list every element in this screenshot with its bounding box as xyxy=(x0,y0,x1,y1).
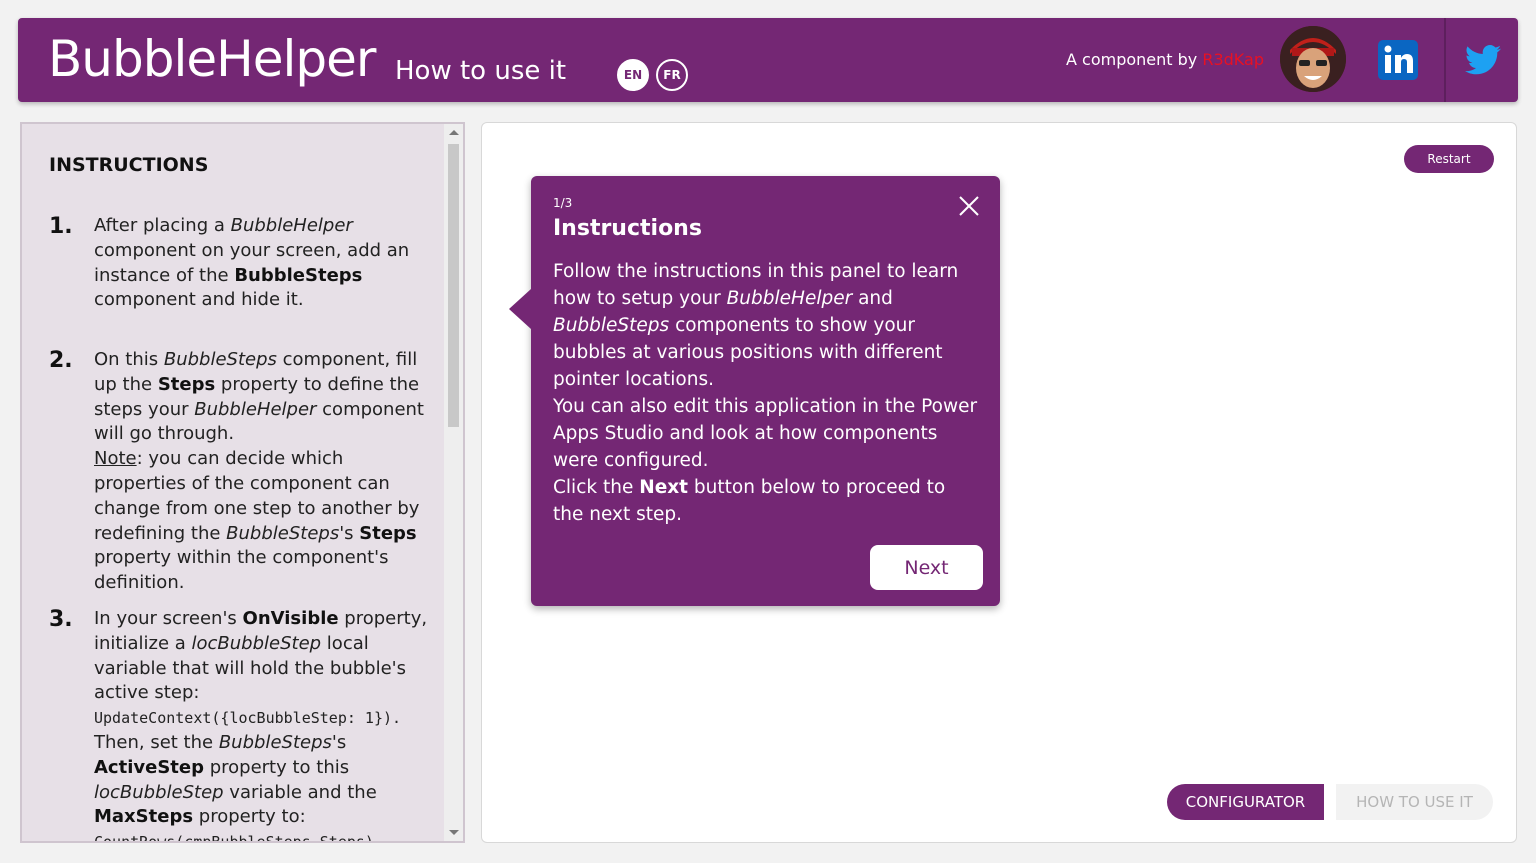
bubble-body: Follow the instructions in this panel to… xyxy=(553,261,978,525)
twitter-icon xyxy=(1465,45,1501,75)
author-avatar xyxy=(1280,26,1346,92)
code-snippet: UpdateContext({locBubbleStep: 1}). xyxy=(94,709,402,728)
scrollbar-thumb[interactable] xyxy=(448,144,459,427)
scroll-down-icon[interactable] xyxy=(449,830,459,835)
bubble-helper: 1/3 Instructions Follow the instructions… xyxy=(509,176,1000,606)
step-text: After placing a BubbleHelper component o… xyxy=(94,215,410,311)
instructions-scrollbar[interactable] xyxy=(444,124,463,841)
restart-button[interactable]: Restart xyxy=(1404,145,1494,173)
author-byline: A component by R3dKap xyxy=(1066,50,1264,69)
bubble-pointer xyxy=(509,289,531,329)
page-subtitle: How to use it xyxy=(395,56,567,86)
step-number: 3. xyxy=(49,607,73,632)
linkedin-button[interactable] xyxy=(1363,18,1433,102)
bubble-title: Instructions xyxy=(553,216,702,241)
byline-prefix: A component by xyxy=(1066,50,1203,69)
linkedin-icon xyxy=(1378,40,1418,80)
tab-how-to-use[interactable]: HOW TO USE IT xyxy=(1336,784,1493,820)
scroll-up-icon[interactable] xyxy=(449,130,459,135)
close-button[interactable] xyxy=(955,192,983,220)
twitter-button[interactable] xyxy=(1444,18,1520,102)
language-en-button[interactable]: EN xyxy=(617,59,649,91)
app-title: BubbleHelper xyxy=(48,30,376,88)
tab-configurator[interactable]: CONFIGURATOR xyxy=(1167,784,1324,820)
instructions-title: INSTRUCTIONS xyxy=(49,154,209,176)
step-text: In your screen's OnVisible property, ini… xyxy=(94,607,429,843)
app-header: BubbleHelper How to use it EN FR A compo… xyxy=(18,18,1518,102)
code-snippet: CountRows(cmpBubbleSteps.Steps) xyxy=(94,833,374,843)
instructions-panel[interactable]: INSTRUCTIONS 1. After placing a BubbleHe… xyxy=(20,122,465,843)
step-text: On this BubbleSteps component, fill up t… xyxy=(94,349,424,594)
next-button[interactable]: Next xyxy=(870,545,983,590)
author-name[interactable]: R3dKap xyxy=(1202,50,1264,69)
step-number: 1. xyxy=(49,214,73,239)
step-number: 2. xyxy=(49,348,73,373)
bubble-step-indicator: 1/3 xyxy=(553,196,573,210)
language-fr-button[interactable]: FR xyxy=(656,59,688,91)
close-icon xyxy=(959,196,979,216)
